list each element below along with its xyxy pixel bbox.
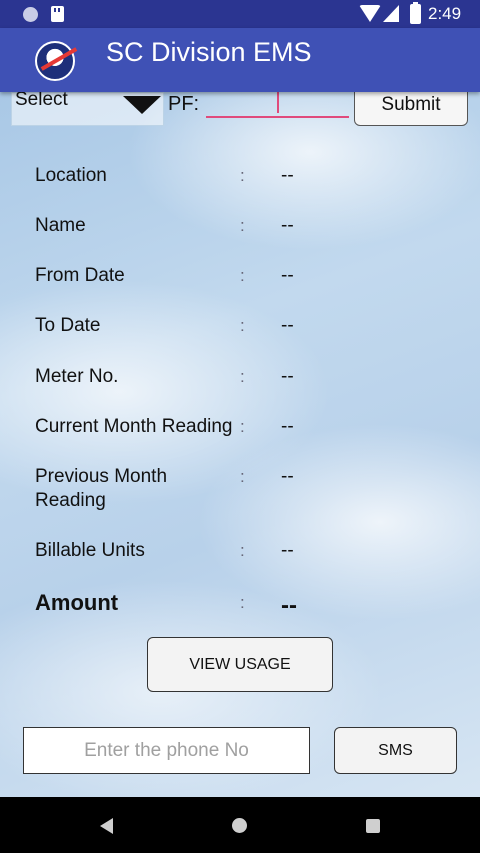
navigation-bar — [0, 797, 480, 853]
separator: : — [240, 417, 245, 436]
sd-card-icon — [51, 6, 64, 22]
separator: : — [240, 266, 245, 285]
battery-charging-icon — [410, 2, 421, 24]
view-usage-button[interactable]: VIEW USAGE — [147, 637, 333, 692]
meter-no-value: -- — [281, 366, 294, 387]
to-date-label: To Date — [35, 315, 101, 336]
separator: : — [240, 166, 245, 185]
separator: : — [240, 467, 245, 486]
dropdown-arrow-icon[interactable] — [123, 96, 161, 114]
status-time: 2:49 — [428, 4, 462, 23]
current-reading-label: Current Month Reading — [35, 416, 233, 437]
from-date-value: -- — [281, 265, 294, 286]
billable-units-value: -- — [281, 540, 294, 561]
select-value: Select — [15, 92, 68, 110]
billable-units-label: Billable Units — [35, 540, 145, 561]
separator: : — [240, 593, 245, 612]
app-bar: SC Division EMS — [0, 28, 480, 92]
from-date-label: From Date — [35, 265, 125, 286]
home-icon[interactable] — [232, 818, 247, 833]
previous-reading-label: Previous Month Reading — [35, 466, 168, 511]
name-label: Name — [35, 215, 86, 236]
sms-button[interactable]: SMS — [334, 727, 457, 774]
wifi-icon — [359, 5, 381, 22]
submit-button[interactable]: Submit — [354, 92, 468, 126]
recents-icon[interactable] — [366, 819, 380, 833]
name-value: -- — [281, 215, 294, 236]
location-value: -- — [281, 165, 294, 186]
previous-reading-value: -- — [281, 466, 294, 487]
status-bar: 2:49 — [0, 0, 480, 28]
app-title: SC Division EMS — [106, 37, 312, 67]
text-cursor — [277, 92, 279, 113]
notification-dot-icon — [23, 7, 38, 22]
main-content: Select PF: Submit Location : -- Name : -… — [0, 92, 480, 797]
separator: : — [240, 541, 245, 560]
amount-value: -- — [281, 592, 297, 619]
phone-input[interactable] — [23, 727, 310, 774]
amount-label: Amount — [35, 590, 119, 615]
separator: : — [240, 216, 245, 235]
current-reading-value: -- — [281, 416, 294, 437]
pf-label: PF: — [168, 93, 200, 115]
division-select[interactable]: Select — [11, 92, 164, 126]
back-icon[interactable] — [100, 818, 113, 834]
separator: : — [240, 316, 245, 335]
location-label: Location — [35, 165, 107, 186]
app-logo — [35, 41, 75, 81]
meter-no-label: Meter No. — [35, 366, 119, 387]
cell-signal-icon — [383, 5, 399, 22]
separator: : — [240, 367, 245, 386]
to-date-value: -- — [281, 315, 294, 336]
